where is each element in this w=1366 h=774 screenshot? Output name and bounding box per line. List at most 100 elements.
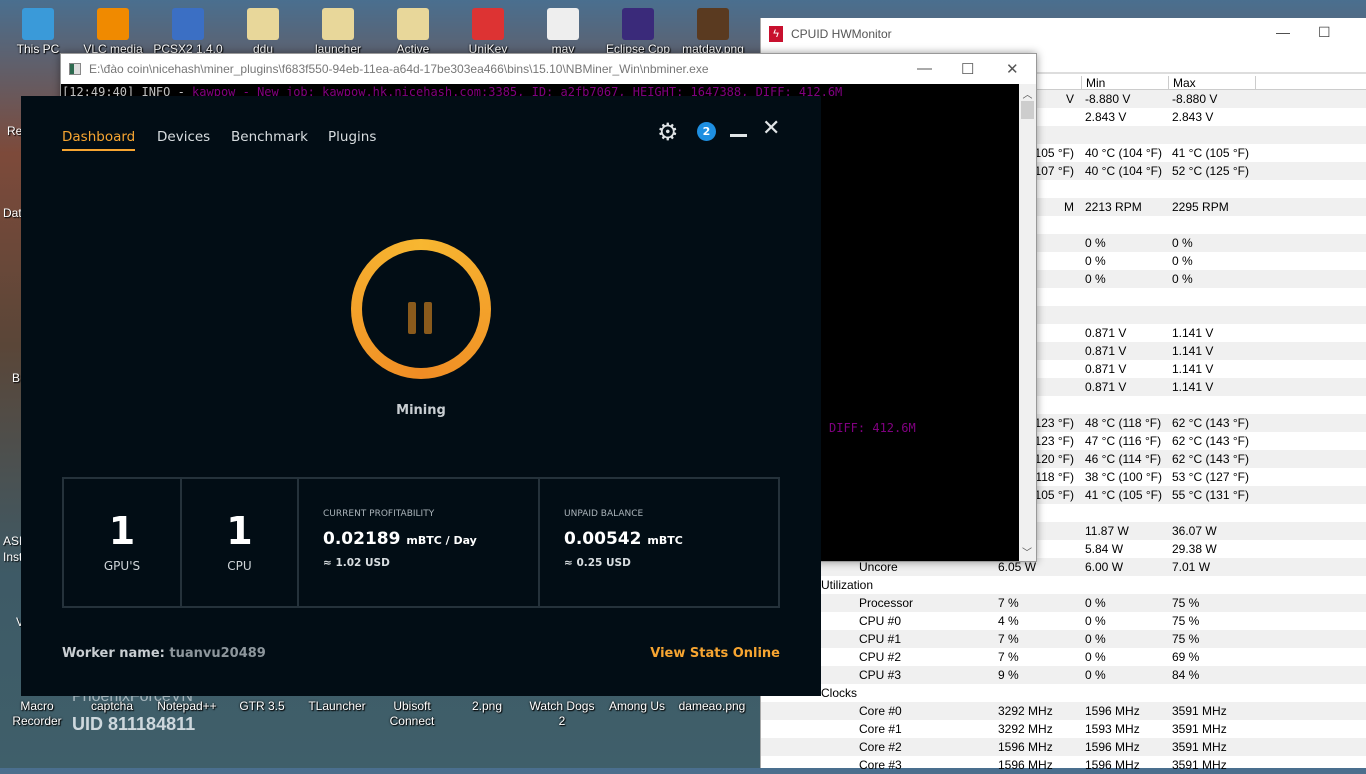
notification-badge[interactable]: 2 xyxy=(697,122,716,141)
balance-label: UNPAID BALANCE xyxy=(564,509,644,519)
tab-dashboard[interactable]: Dashboard xyxy=(62,129,136,151)
sensor-row[interactable]: Processor 7 % 0 % 75 % xyxy=(761,594,1366,612)
desktop-icon[interactable]: launcher xyxy=(301,0,375,57)
sensor-max: 1.141 V xyxy=(1172,362,1214,376)
desktop-icon-label: dameao.png xyxy=(678,699,746,713)
sensor-max: 3591 MHz xyxy=(1172,758,1227,772)
close-icon[interactable]: ✕ xyxy=(1006,60,1019,78)
desktop-icon-image xyxy=(172,8,204,40)
desktop-icon[interactable]: Among Us xyxy=(600,699,674,714)
sensor-value: 7 % xyxy=(998,632,1019,646)
pause-mining-button[interactable] xyxy=(351,239,491,379)
sensor-max: 3591 MHz xyxy=(1172,722,1227,736)
sensor-max: 1.141 V xyxy=(1172,380,1214,394)
sensor-min: 41 °C (105 °F) xyxy=(1085,488,1162,502)
desktop-icon-label[interactable]: Dat xyxy=(3,206,22,220)
desktop-icon[interactable]: Eclipse Cpp xyxy=(601,0,675,57)
sensor-row[interactable]: Core #2 1596 MHz 1596 MHz 3591 MHz xyxy=(761,738,1366,756)
desktop-icon[interactable]: Ubisoft Connect xyxy=(375,699,449,729)
hwmonitor-logo-icon: ϟ xyxy=(769,26,783,42)
sensor-row[interactable]: Core #0 3292 MHz 1596 MHz 3591 MHz xyxy=(761,702,1366,720)
hwmonitor-titlebar[interactable]: ϟ CPUID HWMonitor — ☐ xyxy=(761,18,1366,50)
group-label: Clocks xyxy=(821,686,858,700)
desktop-icon-label[interactable]: B xyxy=(12,371,20,385)
sensor-value: 3292 MHz xyxy=(998,722,1053,736)
desktop-icon[interactable]: This PC xyxy=(1,0,75,57)
desktop-icon-image xyxy=(322,8,354,40)
sensor-max: 62 °C (143 °F) xyxy=(1172,434,1249,448)
profitability-unit: mBTC / Day xyxy=(406,534,477,547)
gear-icon[interactable]: ⚙ xyxy=(657,118,679,146)
minimize-icon[interactable]: — xyxy=(1276,24,1290,40)
sensor-min: 40 °C (104 °F) xyxy=(1085,164,1162,178)
close-icon[interactable]: ✕ xyxy=(762,116,780,141)
sensor-max: 53 °C (127 °F) xyxy=(1172,470,1249,484)
sensor-value: 3292 MHz xyxy=(998,704,1053,718)
desktop-icon[interactable]: Notepad++ xyxy=(150,699,224,714)
sensor-group[interactable]: Utilization xyxy=(761,576,1366,594)
maximize-icon[interactable]: ☐ xyxy=(1318,24,1331,41)
sensor-row[interactable]: CPU #3 9 % 0 % 84 % xyxy=(761,666,1366,684)
sensor-min: 2.843 V xyxy=(1085,110,1127,124)
scroll-down-icon[interactable]: ﹀ xyxy=(1022,544,1032,559)
minimize-icon[interactable]: — xyxy=(917,60,932,77)
window-title: E:\đào coin\nicehash\miner_plugins\f683f… xyxy=(89,62,709,76)
desktop-icon-label: Watch Dogs xyxy=(529,699,595,713)
sensor-row[interactable]: CPU #1 7 % 0 % 75 % xyxy=(761,630,1366,648)
sensor-min: 0 % xyxy=(1085,254,1106,268)
tab-benchmark[interactable]: Benchmark xyxy=(231,129,308,149)
sensor-max: 41 °C (105 °F) xyxy=(1172,146,1249,160)
sensor-min: 0 % xyxy=(1085,650,1106,664)
desktop-icon[interactable]: PCSX2 1.4.0 xyxy=(151,0,225,57)
sensor-min: 38 °C (100 °F) xyxy=(1085,470,1162,484)
sensor-max: 3591 MHz xyxy=(1172,704,1227,718)
console-scrollbar[interactable]: ︿ ﹀ xyxy=(1019,84,1036,561)
group-label: Utilization xyxy=(821,578,874,592)
sensor-min: 46 °C (114 °F) xyxy=(1085,452,1162,466)
sensor-group[interactable]: Clocks xyxy=(761,684,1366,702)
sensor-max: 29.38 W xyxy=(1172,542,1217,556)
stats-panel: 1 GPU'S 1 CPU CURRENT PROFITABILITY 0.0218… xyxy=(62,477,780,608)
cpu-count: 1 xyxy=(226,509,253,553)
sensor-row[interactable]: CPU #2 7 % 0 % 69 % xyxy=(761,648,1366,666)
window-title: CPUID HWMonitor xyxy=(791,27,892,41)
sensor-value: 9 % xyxy=(998,668,1019,682)
minimize-icon[interactable] xyxy=(730,134,747,137)
scroll-thumb[interactable] xyxy=(1021,101,1034,119)
desktop-icon[interactable]: may xyxy=(526,0,600,57)
scroll-up-icon[interactable]: ︿ xyxy=(1019,86,1036,101)
desktop-icon[interactable]: UniKey xyxy=(451,0,525,57)
sensor-min: 1596 MHz xyxy=(1085,704,1140,718)
desktop-icon[interactable]: dameao.png xyxy=(675,699,749,714)
sensor-max: 75 % xyxy=(1172,632,1200,646)
console-titlebar[interactable]: E:\đào coin\nicehash\miner_plugins\f683f… xyxy=(61,54,1036,84)
desktop-icon[interactable]: matday.png xyxy=(676,0,750,57)
sensor-min: 0 % xyxy=(1085,596,1106,610)
sensor-row[interactable]: CPU #0 4 % 0 % 75 % xyxy=(761,612,1366,630)
desktop-icon[interactable]: Watch Dogs 2 xyxy=(525,699,599,729)
sensor-max: 36.07 W xyxy=(1172,524,1217,538)
tab-devices[interactable]: Devices xyxy=(157,129,210,149)
desktop-icon[interactable]: GTR 3.5 xyxy=(225,699,299,714)
sensor-name: CPU #1 xyxy=(859,632,902,646)
desktop-icon[interactable]: 2.png xyxy=(450,699,524,714)
sensor-row[interactable]: Core #1 3292 MHz 1593 MHz 3591 MHz xyxy=(761,720,1366,738)
sensor-row[interactable]: Core #3 1596 MHz 1596 MHz 3591 MHz xyxy=(761,756,1366,774)
desktop-icon-label[interactable]: ASI xyxy=(3,534,22,548)
desktop-icon[interactable]: Active xyxy=(376,0,450,57)
sensor-value: 1596 MHz xyxy=(998,758,1053,772)
sensor-min: -8.880 V xyxy=(1085,92,1131,106)
tab-plugins[interactable]: Plugins xyxy=(328,129,376,149)
pause-icon xyxy=(408,302,416,334)
desktop-icon-label[interactable]: Inst xyxy=(3,550,22,564)
desktop-icon[interactable]: captcha xyxy=(75,699,149,714)
desktop-icon-label: captcha xyxy=(90,699,134,713)
desktop-icon[interactable]: Macro Recorder xyxy=(0,699,74,729)
desktop-icon[interactable]: VLC media xyxy=(76,0,150,57)
desktop-icon[interactable]: TLauncher xyxy=(300,699,374,714)
sensor-max: 0 % xyxy=(1172,272,1193,286)
desktop-icon[interactable]: ddu xyxy=(226,0,300,57)
sensor-max: 2295 RPM xyxy=(1172,200,1229,214)
view-stats-online-link[interactable]: View Stats Online xyxy=(650,646,780,661)
maximize-icon[interactable]: ☐ xyxy=(961,60,974,78)
